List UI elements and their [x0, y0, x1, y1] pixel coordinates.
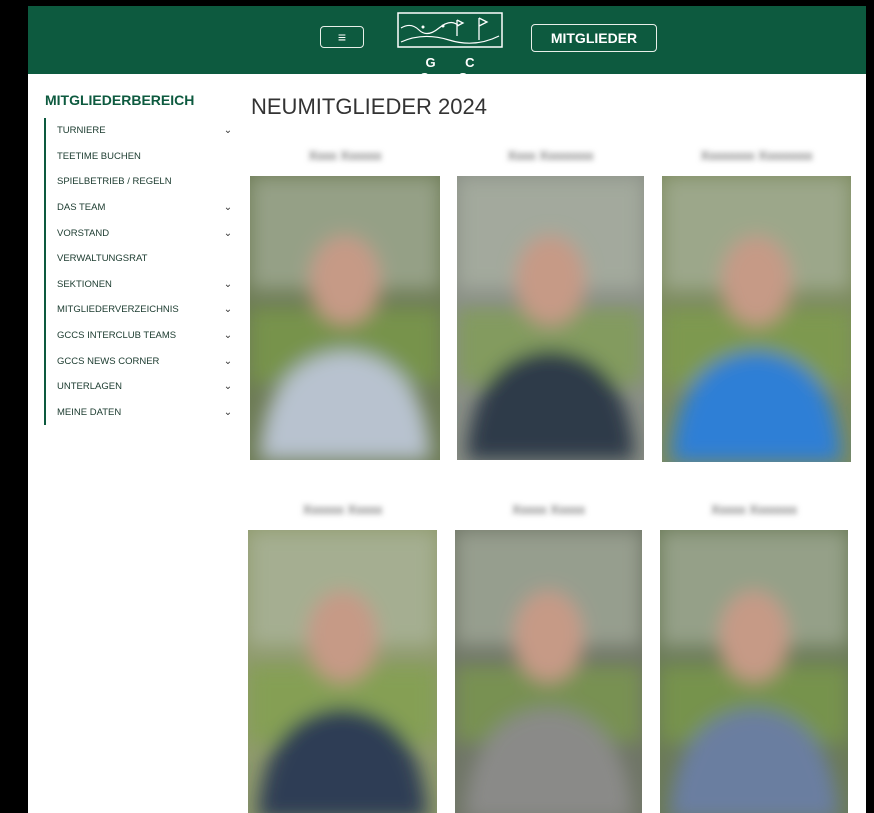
member-card: Xxxx Xxxxxxxx	[457, 146, 644, 464]
club-logo[interactable]: G C C S	[394, 10, 506, 85]
member-name: Xxxxxxxx Xxxxxxxx	[700, 148, 813, 163]
page-title: NEUMITGLIEDER 2024	[251, 94, 487, 119]
chevron-down-icon[interactable]: ⌄	[220, 228, 236, 239]
member-photo	[455, 530, 642, 813]
member-card: Xxxxx Xxxxx	[455, 500, 642, 813]
page: ≡ G C C S MITGLIEDER MITGLIEDERBEREICH T…	[28, 6, 866, 813]
sidebar-item-label: TEETIME BUCHEN	[57, 150, 141, 162]
golf-landscape-icon	[397, 12, 503, 48]
member-name: Xxxx Xxxxxxxx	[507, 148, 594, 163]
sidebar-item-verwaltungsrat[interactable]: VERWALTUNGSRAT	[46, 246, 236, 272]
menu-button[interactable]: ≡	[320, 26, 364, 48]
logo-text: G C C S	[419, 55, 488, 85]
chevron-down-icon[interactable]: ⌄	[220, 304, 236, 315]
sidebar-item-label: VORSTAND	[57, 227, 110, 239]
member-photo	[457, 176, 644, 460]
sidebar-item-unterlagen[interactable]: UNTERLAGEN ⌄	[46, 374, 236, 400]
sidebar-item-label: VERWALTUNGSRAT	[57, 253, 148, 265]
sidebar-item-vorstand[interactable]: VORSTAND ⌄	[46, 220, 236, 246]
sidebar-item-label: DAS TEAM	[57, 202, 106, 214]
chevron-down-icon[interactable]: ⌄	[220, 125, 236, 136]
chevron-down-icon[interactable]: ⌄	[220, 279, 236, 290]
member-name: Xxxx Xxxxxx	[308, 148, 382, 163]
members-button[interactable]: MITGLIEDER	[531, 24, 657, 52]
member-name: Xxxxx Xxxxxxx	[711, 502, 797, 517]
sidebar-item-teetime-buchen[interactable]: TEETIME BUCHEN	[46, 144, 236, 170]
sidebar-item-turniere[interactable]: TURNIERE ⌄	[46, 118, 236, 144]
chevron-down-icon[interactable]: ⌄	[220, 330, 236, 341]
hamburger-icon: ≡	[337, 29, 347, 45]
chevron-down-icon[interactable]: ⌄	[220, 202, 236, 213]
member-photo	[250, 176, 440, 460]
chevron-down-icon[interactable]: ⌄	[220, 356, 236, 367]
member-card: Xxxxxxxx Xxxxxxxx	[662, 146, 851, 466]
sidebar-item-sektionen[interactable]: SEKTIONEN ⌄	[46, 272, 236, 298]
sidebar-item-label: UNTERLAGEN	[57, 381, 122, 393]
chevron-down-icon[interactable]: ⌄	[220, 407, 236, 418]
member-name: Xxxxxx Xxxxx	[302, 502, 383, 517]
member-name: Xxxxx Xxxxx	[512, 502, 585, 517]
sidebar-nav: TURNIERE ⌄ TEETIME BUCHEN SPIELBETRIEB / RE…	[44, 118, 236, 426]
sidebar-item-label: MITGLIEDERVERZEICHNIS	[57, 304, 179, 316]
member-card: Xxxxx Xxxxxxx	[660, 500, 848, 813]
member-photo	[248, 530, 437, 813]
chevron-down-icon[interactable]: ⌄	[220, 381, 236, 392]
sidebar-item-label: SEKTIONEN	[57, 278, 112, 290]
sidebar-item-label: MEINE DATEN	[57, 406, 122, 418]
sidebar-title: MITGLIEDERBEREICH	[45, 92, 195, 108]
member-photo	[662, 176, 851, 462]
sidebar-item-mitgliederverzeichnis[interactable]: MITGLIEDERVERZEICHNIS ⌄	[46, 297, 236, 323]
sidebar-item-label: GCCS NEWS CORNER	[57, 355, 160, 367]
member-card: Xxxx Xxxxxx	[250, 146, 440, 464]
sidebar-item-spielbetrieb-regeln[interactable]: SPIELBETRIEB / REGELN	[46, 169, 236, 195]
sidebar-item-label: GCCS INTERCLUB TEAMS	[57, 330, 177, 342]
member-photo	[660, 530, 848, 813]
sidebar-item-das-team[interactable]: DAS TEAM ⌄	[46, 195, 236, 221]
sidebar-item-label: SPIELBETRIEB / REGELN	[57, 176, 172, 188]
sidebar-item-gccs-news-corner[interactable]: GCCS NEWS CORNER ⌄	[46, 348, 236, 374]
sidebar-item-gccs-interclub-teams[interactable]: GCCS INTERCLUB TEAMS ⌄	[46, 323, 236, 349]
sidebar-item-meine-daten[interactable]: MEINE DATEN ⌄	[46, 400, 236, 426]
site-header: ≡ G C C S MITGLIEDER	[28, 6, 866, 85]
sidebar-item-label: TURNIERE	[57, 125, 106, 137]
member-card: Xxxxxx Xxxxx	[248, 500, 437, 813]
